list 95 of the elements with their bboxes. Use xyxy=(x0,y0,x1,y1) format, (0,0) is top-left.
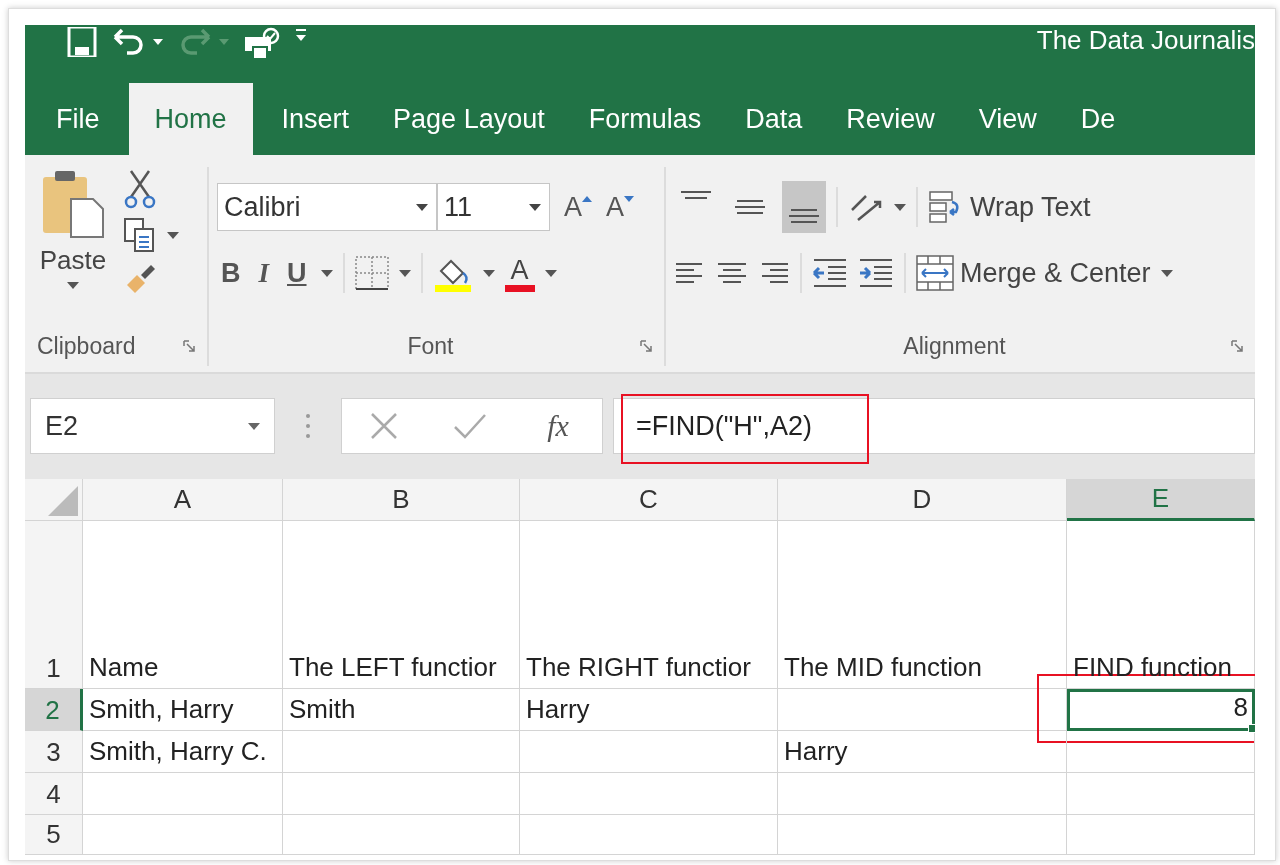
align-bottom-icon xyxy=(787,209,821,223)
column-header[interactable]: C xyxy=(520,479,778,521)
group-label: Alignment xyxy=(903,332,1006,360)
customize-icon[interactable] xyxy=(295,27,307,43)
ribbon-tab[interactable]: View xyxy=(963,83,1052,155)
group-label: Font xyxy=(407,332,454,360)
caret-icon[interactable] xyxy=(398,269,411,277)
table-cell[interactable] xyxy=(283,815,520,855)
window-title: The Data Journalis xyxy=(1036,25,1255,56)
bold-button[interactable]: B xyxy=(217,257,245,289)
column-header[interactable]: B xyxy=(283,479,520,521)
grow-font-button[interactable]: A xyxy=(560,191,592,223)
formula-field[interactable]: =FIND("H",A2) xyxy=(613,398,1255,454)
down-arrow-icon xyxy=(624,195,635,202)
table-cell[interactable]: Smith, Harry xyxy=(83,689,283,731)
ribbon-tab[interactable]: Review xyxy=(831,83,950,155)
merge-center-button[interactable]: Merge & Center xyxy=(916,255,1151,291)
caret-icon[interactable] xyxy=(153,39,163,45)
table-cell[interactable]: Harry xyxy=(520,689,778,731)
table-cell[interactable] xyxy=(778,815,1067,855)
ribbon-tab[interactable]: Page Layout xyxy=(378,83,560,155)
underline-button[interactable]: U xyxy=(283,257,311,289)
caret-icon[interactable] xyxy=(167,231,179,239)
ribbon-tab[interactable]: Formulas xyxy=(573,83,717,155)
table-cell[interactable] xyxy=(283,731,520,773)
save-icon[interactable] xyxy=(67,27,97,57)
ribbon-tab[interactable]: Home xyxy=(128,83,253,155)
italic-button[interactable]: I xyxy=(254,257,273,289)
launcher-icon[interactable] xyxy=(183,340,195,352)
caret-icon[interactable] xyxy=(320,269,333,277)
paste-button[interactable]: Paste xyxy=(33,167,113,326)
launcher-icon[interactable] xyxy=(1231,340,1243,352)
table-cell[interactable]: Name xyxy=(83,521,283,689)
scissors-icon[interactable] xyxy=(123,169,157,209)
caret-icon[interactable] xyxy=(1160,269,1173,277)
merge-cells-icon xyxy=(916,255,954,291)
decrease-indent-icon[interactable] xyxy=(812,258,848,288)
triangle-icon xyxy=(48,486,78,516)
name-box[interactable]: E2 xyxy=(30,398,275,454)
caret-icon xyxy=(67,282,79,289)
launcher-icon[interactable] xyxy=(640,340,652,352)
table-cell[interactable] xyxy=(83,773,283,815)
table-cell[interactable]: 8 xyxy=(1067,689,1255,731)
caret-icon[interactable] xyxy=(248,422,260,430)
column-header[interactable]: A xyxy=(83,479,283,521)
wrap-text-button[interactable]: Wrap Text xyxy=(928,190,1091,224)
borders-icon[interactable] xyxy=(354,256,389,290)
align-middle-icon xyxy=(733,200,767,214)
row-header[interactable]: 2 xyxy=(25,689,83,731)
table-cell[interactable] xyxy=(520,731,778,773)
shrink-font-button[interactable]: A xyxy=(602,191,635,223)
font-name-field[interactable]: Calibri xyxy=(217,183,437,231)
table-cell[interactable] xyxy=(520,773,778,815)
copy-icon[interactable] xyxy=(123,217,157,253)
group-label: Clipboard xyxy=(37,332,136,360)
table-cell[interactable]: Harry xyxy=(778,731,1067,773)
insert-function-button[interactable]: fx xyxy=(541,408,575,444)
table-cell[interactable] xyxy=(778,773,1067,815)
column-header[interactable]: E xyxy=(1067,479,1255,521)
column-header[interactable]: D xyxy=(778,479,1067,521)
ribbon-tab[interactable]: Data xyxy=(730,83,818,155)
table-cell[interactable]: Smith, Harry C. xyxy=(83,731,283,773)
table-cell[interactable] xyxy=(520,815,778,855)
row-header[interactable]: 1 xyxy=(25,521,83,689)
font-color-button[interactable]: A xyxy=(504,254,535,292)
print-preview-icon[interactable] xyxy=(243,27,281,61)
table-cell[interactable]: The RIGHT functior xyxy=(520,521,778,689)
caret-icon[interactable] xyxy=(529,203,541,211)
align-center-icon[interactable] xyxy=(716,261,748,285)
row-header[interactable]: 3 xyxy=(25,731,83,773)
ribbon-tab[interactable]: Insert xyxy=(266,83,365,155)
table-cell[interactable] xyxy=(778,689,1067,731)
table-cell[interactable] xyxy=(1067,815,1255,855)
table-cell[interactable] xyxy=(1067,731,1255,773)
caret-icon[interactable] xyxy=(544,269,557,277)
table-cell[interactable] xyxy=(1067,773,1255,815)
table-cell[interactable]: Smith xyxy=(283,689,520,731)
up-arrow-icon xyxy=(582,195,592,202)
vertical-align-button[interactable] xyxy=(782,181,826,233)
grip-icon xyxy=(305,413,311,439)
increase-indent-icon[interactable] xyxy=(858,258,894,288)
align-top-icon xyxy=(679,191,713,199)
row-header[interactable]: 4 xyxy=(25,773,83,815)
table-cell[interactable]: The MID function xyxy=(778,521,1067,689)
font-size-field[interactable]: 11 xyxy=(437,183,550,231)
fill-handle[interactable] xyxy=(1248,724,1255,733)
caret-icon[interactable] xyxy=(416,203,428,211)
ribbon-tab[interactable]: De xyxy=(1065,83,1131,155)
table-cell[interactable] xyxy=(83,815,283,855)
row-header[interactable]: 5 xyxy=(25,815,83,855)
table-cell[interactable]: The LEFT functior xyxy=(283,521,520,689)
caret-icon[interactable] xyxy=(482,269,495,277)
ribbon-tab[interactable]: File xyxy=(41,83,115,155)
caret-icon[interactable] xyxy=(894,203,906,211)
table-cell[interactable] xyxy=(283,773,520,815)
